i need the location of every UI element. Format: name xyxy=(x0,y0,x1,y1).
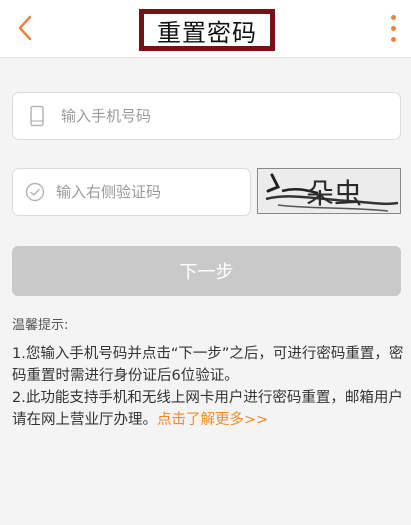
captcha-text: 朵虫 xyxy=(306,177,362,210)
captcha-image[interactable]: 朵虫 xyxy=(257,168,401,214)
page-title: 重置密码 xyxy=(139,9,275,51)
vertical-dots-icon xyxy=(390,36,396,42)
tip-line-1: 1.您输入手机号码并点击“下一步”之后，可进行密码重置，密码重置时需进行身份证后… xyxy=(12,346,404,384)
back-button[interactable] xyxy=(10,12,40,44)
vertical-dots-icon xyxy=(390,14,396,20)
captcha-code-input[interactable] xyxy=(56,169,250,215)
phone-icon xyxy=(13,93,61,139)
vertical-dots-icon xyxy=(390,25,396,31)
chevron-left-icon xyxy=(18,15,32,41)
tip-line-2: 2.此功能支持手机和无线上网卡用户进行密码重置，邮箱用户请在网上营业厅办理。点击… xyxy=(12,387,404,431)
tips-title: 温馨提示: xyxy=(12,318,69,333)
phone-field[interactable] xyxy=(12,92,401,140)
captcha-code-field[interactable] xyxy=(12,168,251,216)
tips-content: 1.您输入手机号码并点击“下一步”之后，可进行密码重置，密码重置时需进行身份证后… xyxy=(12,343,404,431)
check-circle-icon xyxy=(13,169,56,215)
learn-more-link[interactable]: 点击了解更多>> xyxy=(157,412,268,428)
more-menu-button[interactable] xyxy=(383,12,403,44)
next-step-button[interactable]: 下一步 xyxy=(12,246,401,296)
phone-input[interactable] xyxy=(61,93,400,139)
app-header: 重置密码 xyxy=(0,0,411,58)
